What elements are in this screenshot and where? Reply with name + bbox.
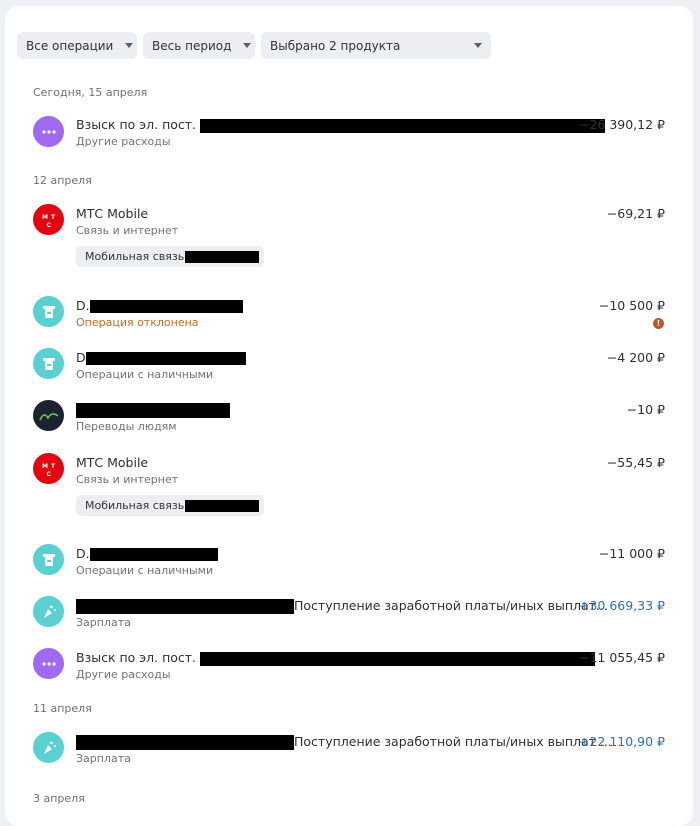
transaction-category: Зарплата [76, 616, 131, 629]
party-icon [33, 596, 64, 627]
transaction-category: Операции с наличными [76, 564, 214, 577]
transaction-title: D. [76, 298, 90, 313]
transaction-title: МТС Mobile [76, 206, 149, 221]
bank-logo [33, 400, 64, 431]
svg-text:T: T [51, 463, 56, 470]
transaction-amount: −11 055,45 ₽ [578, 650, 665, 665]
transaction-row[interactable]: Взыск по эл. пост. Другие расходы −26 39… [5, 114, 693, 154]
redacted-block [76, 403, 230, 418]
svg-text:C: C [46, 471, 51, 478]
transaction-row[interactable]: Переводы людям −10 ₽ [5, 400, 693, 440]
transaction-amount: +30 669,33 ₽ [578, 598, 665, 613]
transaction-title: Взыск по эл. пост. [76, 117, 197, 132]
party-icon [33, 732, 64, 763]
transaction-amount: −4 200 ₽ [606, 350, 665, 365]
redacted-block [185, 250, 260, 263]
svg-text:T: T [51, 214, 56, 221]
chevron-down-icon [243, 43, 252, 48]
redacted-block [76, 735, 294, 750]
transaction-category: Переводы людям [76, 420, 177, 433]
redacted-block [185, 499, 260, 512]
chevron-down-icon [125, 43, 134, 48]
transaction-category: Операции с наличными [76, 368, 214, 381]
transaction-amount: −26 390,12 ₽ [578, 117, 665, 132]
transaction-row[interactable]: D. Операции с наличными −11 000 ₽ [5, 544, 693, 584]
date-header: Сегодня, 15 апреля [33, 86, 148, 99]
transaction-title: D. [76, 546, 90, 561]
transaction-row[interactable]: Поступление заработной платы/иных выплат… [5, 596, 693, 636]
date-header: 11 апреля [33, 702, 92, 715]
transaction-status: Операция отклонена [76, 316, 199, 329]
transaction-amount: −69,21 ₽ [606, 206, 665, 221]
warning-icon: ! [653, 318, 664, 329]
atm-icon [33, 348, 64, 379]
svg-text:M: M [42, 214, 48, 221]
atm-icon [33, 296, 64, 327]
period-filter-label: Весь период [152, 38, 232, 53]
redacted-block [200, 651, 596, 666]
operations-filter-dropdown[interactable]: Все операции [17, 32, 137, 59]
period-filter-dropdown[interactable]: Весь период [143, 32, 255, 59]
tag-label: Мобильная связь [85, 499, 185, 512]
transaction-category: Другие расходы [76, 668, 171, 681]
products-filter-dropdown[interactable]: Выбрано 2 продукта [261, 32, 491, 59]
transaction-row[interactable]: M T C МТС Mobile Связь и интернет −69,21… [5, 204, 693, 270]
operations-panel: Все операции Весь период Выбрано 2 проду… [5, 6, 693, 826]
transaction-row[interactable]: Взыск по эл. пост. Другие расходы −11 05… [5, 648, 693, 688]
transaction-title: D [76, 350, 86, 365]
redacted-block [200, 118, 606, 133]
mts-logo: M T C [33, 453, 64, 484]
transaction-amount: −10 500 ₽ [598, 298, 665, 313]
more-icon [33, 116, 64, 147]
svg-text:C: C [46, 222, 51, 229]
transaction-row[interactable]: M T C МТС Mobile Связь и интернет −55,45… [5, 453, 693, 519]
transaction-title: Взыск по эл. пост. [76, 650, 197, 665]
transaction-title: Поступление заработной платы/иных выплат… [294, 598, 608, 613]
mobile-tag[interactable]: Мобильная связь [76, 246, 265, 267]
date-header: 3 апреля [33, 792, 85, 805]
filters-bar: Все операции Весь период Выбрано 2 проду… [17, 32, 491, 59]
products-filter-label: Выбрано 2 продукта [270, 38, 401, 53]
svg-text:M: M [42, 463, 48, 470]
transaction-row[interactable]: Поступление заработной платы/иных выплат… [5, 732, 693, 772]
chevron-down-icon [474, 43, 482, 48]
atm-icon [33, 544, 64, 575]
more-icon [33, 648, 64, 679]
tag-label: Мобильная связь [85, 250, 185, 263]
mts-logo: M T C [33, 204, 64, 235]
redacted-block [89, 300, 243, 313]
transaction-amount: −10 ₽ [626, 402, 665, 417]
redacted-block [85, 352, 246, 365]
date-header: 12 апреля [33, 174, 92, 187]
transaction-amount: −11 000 ₽ [598, 546, 665, 561]
transaction-row[interactable]: D Операции с наличными −4 200 ₽ [5, 348, 693, 388]
transaction-category: Связь и интернет [76, 473, 179, 486]
transaction-category: Другие расходы [76, 135, 171, 148]
transaction-category: Связь и интернет [76, 224, 179, 237]
operations-filter-label: Все операции [26, 38, 114, 53]
transaction-title: МТС Mobile [76, 455, 149, 470]
transaction-row[interactable]: D. Операция отклонена −10 500 ₽ ! [5, 296, 693, 338]
transaction-amount: −55,45 ₽ [606, 455, 665, 470]
redacted-block [89, 548, 218, 561]
transaction-title: Поступление заработной платы/иных выплат… [294, 734, 612, 749]
transaction-category: Зарплата [76, 752, 131, 765]
transaction-amount: +22 110,90 ₽ [578, 734, 665, 749]
redacted-block [76, 599, 294, 614]
mobile-tag[interactable]: Мобильная связь [76, 495, 265, 516]
